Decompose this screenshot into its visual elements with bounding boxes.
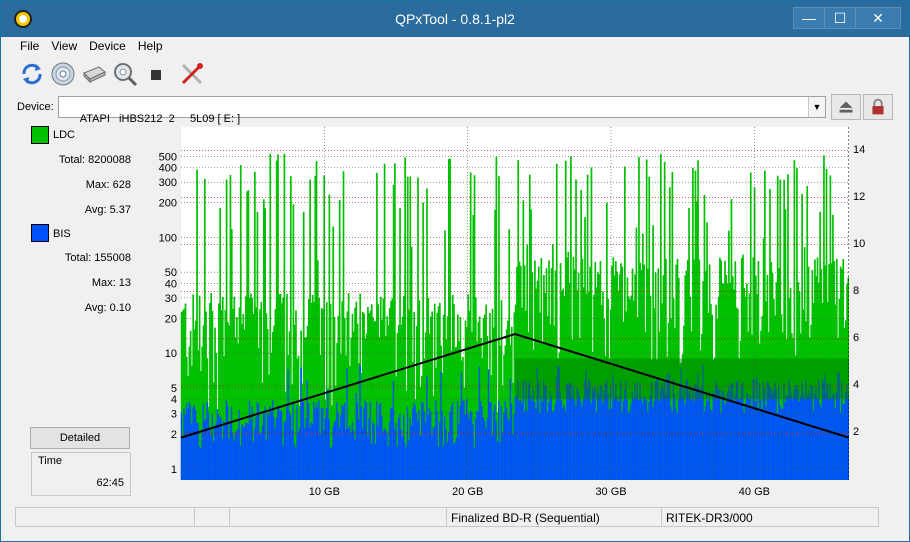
toolbar <box>1 57 909 93</box>
device-row: Device: ATAPI iHBS212 2 5L09 [ E: ] ▼ <box>1 93 909 125</box>
status-bar: Finalized BD-R (Sequential) RITEK-DR3/00… <box>1 505 909 527</box>
right-axis: 2 4 6 8 10 12 14 <box>849 123 889 503</box>
detailed-button[interactable]: Detailed <box>30 427 130 449</box>
menu-help[interactable]: Help <box>132 37 169 53</box>
status-cell-2 <box>194 507 230 527</box>
lock-icon[interactable] <box>863 94 893 120</box>
x-tick-label: 40 GB <box>739 486 770 498</box>
y-right-tick-label: 6 <box>853 331 860 344</box>
close-button[interactable]: ✕ <box>855 7 901 29</box>
bis-total: Total: 155008 <box>64 252 131 264</box>
x-tick-label: 10 GB <box>309 486 340 498</box>
y-right-tick-label: 12 <box>853 190 866 203</box>
ldc-max: Max: 628 <box>85 179 131 191</box>
y-right-tick-label: 14 <box>853 143 866 156</box>
y-left-tick-label: 3 <box>171 409 177 421</box>
tools-icon[interactable] <box>179 61 205 87</box>
x-tick-label: 30 GB <box>595 486 626 498</box>
window-title: QPxTool - 0.8.1-pl2 <box>395 11 515 27</box>
y-right-tick-label: 10 <box>853 237 866 250</box>
y-left-tick-label: 400 <box>159 163 177 175</box>
title-bar: QPxTool - 0.8.1-pl2 — ☐ ✕ <box>1 1 909 37</box>
disc-icon[interactable] <box>50 61 76 87</box>
bis-avg: Avg: 0.10 <box>84 302 131 314</box>
y-right-tick-label: 2 <box>853 425 860 438</box>
y-left-tick-label: 20 <box>165 313 177 325</box>
refresh-icon[interactable] <box>19 61 45 87</box>
status-cell-3 <box>229 507 447 527</box>
bis-label: BIS <box>53 228 71 240</box>
status-disc-type: Finalized BD-R (Sequential) <box>446 507 662 527</box>
scan-icon[interactable] <box>112 61 138 87</box>
y-left-tick-label: 5 <box>171 383 177 395</box>
ldc-dense-band <box>515 358 849 400</box>
minimize-button[interactable]: — <box>793 7 825 29</box>
y-left-tick-label: 500 <box>159 152 177 164</box>
status-media-id: RITEK-DR3/000 <box>661 507 879 527</box>
maximize-button[interactable]: ☐ <box>824 7 856 29</box>
y-left-tick-label: 200 <box>159 198 177 210</box>
menu-bar: File View Device Help <box>1 37 909 57</box>
y-left-tick-label: 40 <box>165 278 177 290</box>
device-select[interactable]: ATAPI iHBS212 2 5L09 [ E: ] ▼ <box>58 96 826 125</box>
y-left-tick-label: 10 <box>165 348 177 360</box>
ldc-total: Total: 8200088 <box>58 154 131 166</box>
device-label: Device: <box>17 101 54 113</box>
ldc-bis-chart: 1 2 3 45 10 20 30 4050 100 200 300 400500 10 GB 20 GB… <box>159 127 849 498</box>
menu-device[interactable]: Device <box>83 37 132 53</box>
x-tick-label: 20 GB <box>452 486 483 498</box>
qpxtool-window: QPxTool - 0.8.1-pl2 — ☐ ✕ File View Device… <box>0 0 910 542</box>
time-label: Time <box>38 455 63 467</box>
menu-view[interactable]: View <box>45 37 83 53</box>
y-left-tick-label: 30 <box>165 293 177 305</box>
bis-max: Max: 13 <box>91 277 131 289</box>
eject-icon[interactable] <box>831 94 861 120</box>
y-left-tick-label: 100 <box>159 232 177 244</box>
ldc-avg: Avg: 5.37 <box>84 204 131 216</box>
y-left-tick-label: 1 <box>171 464 177 476</box>
ldc-color-swatch <box>31 126 49 144</box>
drive-icon[interactable] <box>81 61 107 87</box>
time-value: 62:45 <box>96 477 124 489</box>
y-right-tick-label: 8 <box>853 284 860 297</box>
bis-color-swatch <box>31 224 49 242</box>
y-left-tick-label: 2 <box>171 429 177 441</box>
y-right-tick-label: 4 <box>853 378 860 391</box>
status-cell-1 <box>15 507 195 527</box>
menu-file[interactable]: File <box>14 37 45 53</box>
y-left-tick-label: 50 <box>165 267 177 279</box>
ldc-label: LDC <box>53 129 76 141</box>
time-box: Time 62:45 <box>31 452 131 496</box>
stop-icon[interactable] <box>143 61 169 87</box>
y-left-tick-label: 4 <box>171 394 177 406</box>
y-left-tick-label: 300 <box>159 177 177 189</box>
chevron-down-icon[interactable]: ▼ <box>808 97 825 117</box>
